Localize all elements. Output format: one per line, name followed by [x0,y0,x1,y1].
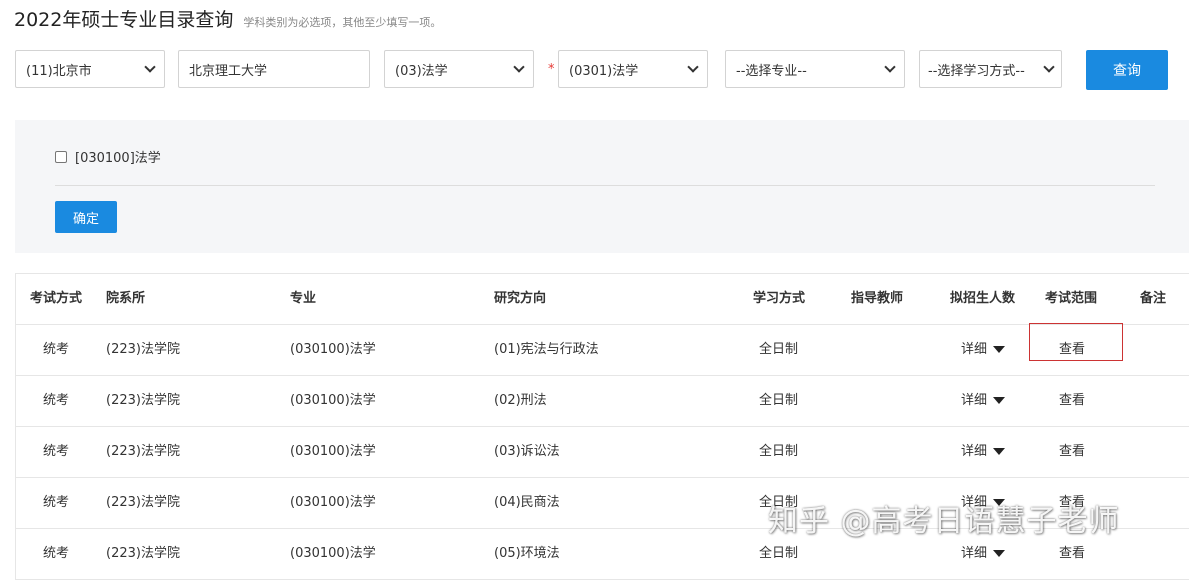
table-row: 统考 (223)法学院 (030100)法学 (03)诉讼法 全日制 详细 查看 [16,427,1189,478]
province-select-value: (11)北京市 [26,63,92,79]
discipline-select[interactable]: (0301)法学 [558,50,708,88]
enroll-detail-label: 详细 [961,546,988,561]
discipline-select-value: (0301)法学 [569,63,639,79]
cell-mode: 全日制 [759,342,799,357]
cell-direction: (05)环境法 [494,546,560,561]
scope-view-link[interactable]: 查看 [1059,376,1085,426]
column-header-mode: 学习方式 [753,291,806,306]
discipline-option[interactable]: [030100]法学 [55,147,161,166]
column-header-scope: 考试范围 [1045,291,1098,306]
cell-dept: (223)法学院 [106,444,180,459]
table-header-row: 考试方式 院系所 专业 研究方向 学习方式 指导教师 拟招生人数 考试范围 备注 [16,274,1189,325]
cell-direction: (02)刑法 [494,393,547,408]
caret-down-icon [993,397,1006,404]
chevron-down-icon [687,61,699,73]
cell-exam: 统考 [43,546,70,561]
school-input[interactable]: 北京理工大学 [178,50,370,88]
column-header-dept: 院系所 [106,291,146,306]
cell-dept: (223)法学院 [106,342,180,357]
panel-divider [55,185,1155,186]
query-button[interactable]: 查询 [1086,50,1168,90]
column-header-direction: 研究方向 [494,291,547,306]
cell-major: (030100)法学 [290,393,376,408]
column-header-major: 专业 [290,291,317,306]
chevron-down-icon [1043,61,1055,73]
cell-mode: 全日制 [759,393,799,408]
study-mode-select-value: --选择学习方式-- [928,63,1025,79]
cell-direction: (03)诉讼法 [494,444,560,459]
cell-major: (030100)法学 [290,546,376,561]
caret-down-icon [993,346,1006,353]
table-row: 统考 (223)法学院 (030100)法学 (02)刑法 全日制 详细 查看 [16,376,1189,427]
cell-mode: 全日制 [759,444,799,459]
column-header-note: 备注 [1140,291,1167,306]
enroll-detail-label: 详细 [961,444,988,459]
cell-exam: 统考 [43,393,70,408]
chevron-down-icon [513,61,525,73]
major-select-value: --选择专业-- [736,63,807,79]
scope-view-link[interactable]: 查看 [1059,427,1085,477]
page-title: 2022年硕士专业目录查询 [14,9,234,31]
cell-direction: (04)民商法 [494,495,560,510]
cell-exam: 统考 [43,444,70,459]
discipline-panel: [030100]法学 确定 [15,120,1189,253]
major-select[interactable]: --选择专业-- [725,50,905,88]
enroll-detail-label: 详细 [961,393,988,408]
cell-exam: 统考 [43,342,70,357]
required-mark: * [548,62,555,77]
chevron-down-icon [884,61,896,73]
enroll-detail-toggle[interactable]: 详细 [961,376,1006,426]
page-hint: 学科类别为必选项，其他至少填写一项。 [243,16,442,29]
column-header-advisor: 指导教师 [851,291,904,306]
caret-down-icon [993,448,1006,455]
caret-down-icon [993,550,1006,557]
school-input-value: 北京理工大学 [189,63,268,79]
study-mode-select[interactable]: --选择学习方式-- [919,50,1062,88]
category-select[interactable]: (03)法学 [384,50,534,88]
enroll-detail-toggle[interactable]: 详细 [961,325,1006,375]
cell-major: (030100)法学 [290,342,376,357]
cell-dept: (223)法学院 [106,393,180,408]
cell-dept: (223)法学院 [106,495,180,510]
enroll-detail-label: 详细 [961,342,988,357]
province-select[interactable]: (11)北京市 [15,50,165,88]
cell-major: (030100)法学 [290,495,376,510]
cell-dept: (223)法学院 [106,546,180,561]
cell-exam: 统考 [43,495,70,510]
chevron-down-icon [144,61,156,73]
category-select-value: (03)法学 [395,63,448,79]
enroll-detail-toggle[interactable]: 详细 [961,427,1006,477]
discipline-checkbox-label: [030100]法学 [75,151,161,166]
column-header-exam: 考试方式 [30,291,83,306]
scope-view-link[interactable]: 查看 [1059,325,1085,375]
cell-major: (030100)法学 [290,444,376,459]
watermark: 知乎 @高考日语慧子老师 [768,504,1120,539]
column-header-enroll: 拟招生人数 [950,291,1016,306]
table-row: 统考 (223)法学院 (030100)法学 (01)宪法与行政法 全日制 详细… [16,323,1189,376]
page-header: 2022年硕士专业目录查询 学科类别为必选项，其他至少填写一项。 [14,5,441,33]
cell-direction: (01)宪法与行政法 [494,342,599,357]
confirm-button[interactable]: 确定 [55,201,117,233]
discipline-checkbox[interactable] [55,150,67,163]
